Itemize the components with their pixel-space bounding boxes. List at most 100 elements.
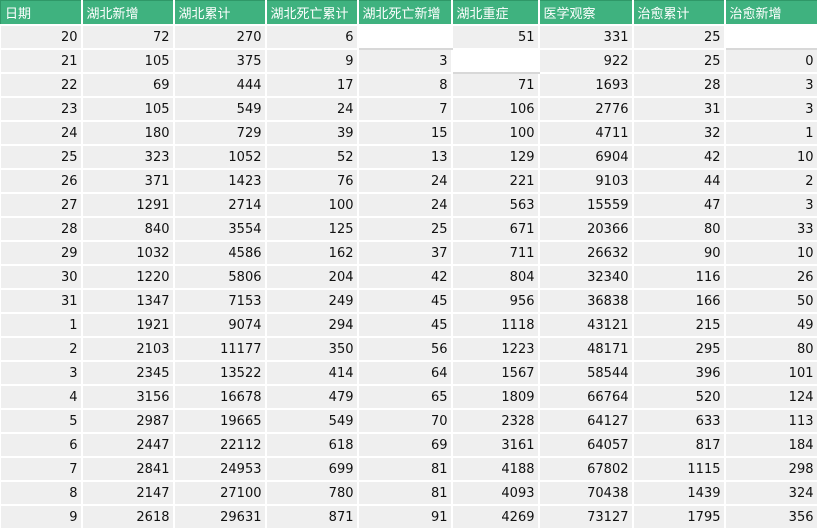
cell-hubei-total[interactable]: 3554 <box>173 217 267 242</box>
cell-hubei-deaths-total[interactable]: 17 <box>265 73 359 98</box>
cell-medical-observation[interactable]: 73127 <box>538 505 634 529</box>
cell-hubei-deaths-total[interactable]: 871 <box>265 505 359 529</box>
cell-hubei-total[interactable]: 29631 <box>173 505 267 529</box>
cell-hubei-new[interactable]: 2345 <box>81 361 175 386</box>
cell-hubei-severe[interactable]: 1567 <box>451 361 540 386</box>
column-header-date[interactable]: 日期 <box>0 0 83 26</box>
cell-hubei-new[interactable]: 2103 <box>81 337 175 362</box>
column-header-hubei-severe[interactable]: 湖北重症 <box>451 0 540 26</box>
cell-recovered-new[interactable]: 80 <box>724 337 817 362</box>
column-header-hubei-deaths-total[interactable]: 湖北死亡累计 <box>265 0 359 26</box>
cell-hubei-new[interactable]: 1921 <box>81 313 175 338</box>
cell-hubei-total[interactable]: 729 <box>173 121 267 146</box>
cell-hubei-total[interactable]: 19665 <box>173 409 267 434</box>
cell-date[interactable]: 6 <box>0 433 83 458</box>
cell-medical-observation[interactable]: 4711 <box>538 121 634 146</box>
cell-recovered-new[interactable]: 2 <box>724 169 817 194</box>
cell-medical-observation[interactable]: 331 <box>538 25 634 50</box>
cell-hubei-severe[interactable]: 563 <box>451 193 540 218</box>
cell-hubei-total[interactable]: 24953 <box>173 457 267 482</box>
cell-hubei-deaths-new[interactable]: 81 <box>357 481 453 506</box>
cell-recovered-total[interactable]: 295 <box>632 337 726 362</box>
cell-hubei-total[interactable]: 5806 <box>173 265 267 290</box>
cell-hubei-deaths-total[interactable]: 76 <box>265 169 359 194</box>
cell-recovered-new[interactable]: 33 <box>724 217 817 242</box>
cell-hubei-severe[interactable]: 4269 <box>451 505 540 529</box>
cell-date[interactable]: 8 <box>0 481 83 506</box>
cell-hubei-deaths-new[interactable] <box>357 25 453 50</box>
cell-recovered-new[interactable]: 3 <box>724 97 817 122</box>
cell-hubei-total[interactable]: 9074 <box>173 313 267 338</box>
cell-medical-observation[interactable]: 67802 <box>538 457 634 482</box>
cell-hubei-severe[interactable]: 71 <box>451 73 540 98</box>
cell-recovered-total[interactable]: 25 <box>632 25 726 50</box>
cell-hubei-deaths-total[interactable]: 699 <box>265 457 359 482</box>
cell-recovered-total[interactable]: 25 <box>632 49 726 74</box>
cell-hubei-new[interactable]: 2987 <box>81 409 175 434</box>
cell-hubei-deaths-new[interactable]: 45 <box>357 289 453 314</box>
cell-date[interactable]: 9 <box>0 505 83 529</box>
cell-recovered-new[interactable]: 0 <box>724 49 817 74</box>
cell-date[interactable]: 30 <box>0 265 83 290</box>
cell-recovered-total[interactable]: 1795 <box>632 505 726 529</box>
cell-date[interactable]: 21 <box>0 49 83 74</box>
cell-hubei-deaths-new[interactable]: 42 <box>357 265 453 290</box>
cell-recovered-total[interactable]: 817 <box>632 433 726 458</box>
cell-hubei-deaths-new[interactable]: 25 <box>357 217 453 242</box>
cell-hubei-severe[interactable]: 671 <box>451 217 540 242</box>
cell-hubei-deaths-new[interactable]: 70 <box>357 409 453 434</box>
cell-medical-observation[interactable]: 922 <box>538 49 634 74</box>
cell-hubei-deaths-new[interactable]: 45 <box>357 313 453 338</box>
cell-hubei-total[interactable]: 4586 <box>173 241 267 266</box>
cell-date[interactable]: 2 <box>0 337 83 362</box>
cell-recovered-total[interactable]: 396 <box>632 361 726 386</box>
cell-hubei-total[interactable]: 1052 <box>173 145 267 170</box>
cell-date[interactable]: 29 <box>0 241 83 266</box>
cell-medical-observation[interactable]: 9103 <box>538 169 634 194</box>
cell-date[interactable]: 25 <box>0 145 83 170</box>
cell-recovered-new[interactable]: 50 <box>724 289 817 314</box>
cell-hubei-deaths-total[interactable]: 100 <box>265 193 359 218</box>
cell-recovered-new[interactable]: 124 <box>724 385 817 410</box>
cell-date[interactable]: 1 <box>0 313 83 338</box>
cell-hubei-total[interactable]: 16678 <box>173 385 267 410</box>
cell-hubei-deaths-new[interactable]: 69 <box>357 433 453 458</box>
cell-hubei-new[interactable]: 1032 <box>81 241 175 266</box>
cell-hubei-deaths-total[interactable]: 780 <box>265 481 359 506</box>
cell-hubei-new[interactable]: 1220 <box>81 265 175 290</box>
cell-hubei-severe[interactable]: 1809 <box>451 385 540 410</box>
cell-hubei-total[interactable]: 270 <box>173 25 267 50</box>
cell-recovered-total[interactable]: 633 <box>632 409 726 434</box>
cell-hubei-deaths-total[interactable]: 350 <box>265 337 359 362</box>
cell-hubei-deaths-new[interactable]: 7 <box>357 97 453 122</box>
cell-medical-observation[interactable]: 36838 <box>538 289 634 314</box>
cell-recovered-total[interactable]: 520 <box>632 385 726 410</box>
cell-hubei-deaths-total[interactable]: 39 <box>265 121 359 146</box>
cell-hubei-deaths-new[interactable]: 37 <box>357 241 453 266</box>
cell-hubei-new[interactable]: 3156 <box>81 385 175 410</box>
cell-date[interactable]: 27 <box>0 193 83 218</box>
cell-recovered-new[interactable]: 1 <box>724 121 817 146</box>
cell-medical-observation[interactable]: 32340 <box>538 265 634 290</box>
cell-recovered-new[interactable]: 298 <box>724 457 817 482</box>
cell-hubei-severe[interactable]: 3161 <box>451 433 540 458</box>
cell-hubei-total[interactable]: 13522 <box>173 361 267 386</box>
cell-hubei-severe[interactable]: 1118 <box>451 313 540 338</box>
cell-recovered-new[interactable]: 356 <box>724 505 817 529</box>
cell-hubei-new[interactable]: 2618 <box>81 505 175 529</box>
cell-recovered-total[interactable]: 116 <box>632 265 726 290</box>
cell-hubei-deaths-total[interactable]: 125 <box>265 217 359 242</box>
cell-hubei-total[interactable]: 444 <box>173 73 267 98</box>
cell-hubei-total[interactable]: 549 <box>173 97 267 122</box>
cell-hubei-deaths-total[interactable]: 6 <box>265 25 359 50</box>
cell-recovered-new[interactable] <box>724 25 817 50</box>
cell-hubei-deaths-new[interactable]: 15 <box>357 121 453 146</box>
cell-recovered-total[interactable]: 1439 <box>632 481 726 506</box>
cell-medical-observation[interactable]: 66764 <box>538 385 634 410</box>
cell-hubei-deaths-total[interactable]: 294 <box>265 313 359 338</box>
cell-recovered-total[interactable]: 44 <box>632 169 726 194</box>
cell-hubei-new[interactable]: 2147 <box>81 481 175 506</box>
cell-medical-observation[interactable]: 70438 <box>538 481 634 506</box>
cell-medical-observation[interactable]: 15559 <box>538 193 634 218</box>
cell-medical-observation[interactable]: 58544 <box>538 361 634 386</box>
